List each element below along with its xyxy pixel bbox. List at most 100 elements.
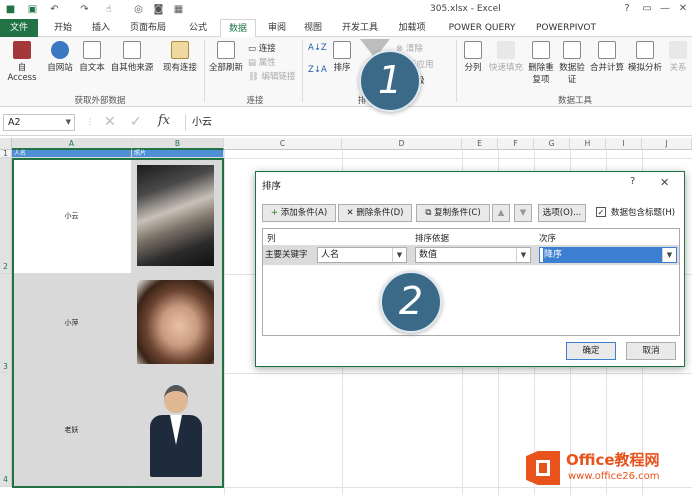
sort-button[interactable]: 排序 [328,41,356,73]
group-label-connections: 连接 [246,96,264,106]
from-access-button[interactable]: 自 Access [2,41,42,83]
header-checkbox[interactable]: ✓ [596,207,606,217]
add-icon: + [270,208,278,218]
column-header-j[interactable]: J [642,138,692,150]
tab-view[interactable]: 视图 [298,19,328,37]
row-header-2[interactable]: 2 [0,158,12,274]
redo-icon[interactable]: ↷ [78,3,91,16]
photo-cell[interactable] [132,274,224,373]
sort-on-heading: 排序依据 [415,234,450,244]
tab-power-query[interactable]: POWER QUERY [442,19,522,37]
options-button[interactable]: 选项(O)... [538,204,586,222]
what-if-analysis-button[interactable]: 模拟分析 [626,41,664,73]
delete-level-button[interactable]: ✕ 删除条件(D) [338,204,412,222]
edit-links-button[interactable]: ⛓ 编辑链接 [248,70,296,82]
tab-powerpivot[interactable]: POWERPIVOT [528,19,604,37]
undo-icon[interactable]: ↶ [48,3,61,16]
header-cell-photo[interactable]: 照片 [132,150,224,158]
delete-icon: ✕ [346,208,354,218]
tab-file[interactable]: 文件 [0,19,38,37]
consolidate-button[interactable]: 合并计算 [588,41,626,73]
photo-cell[interactable] [132,158,224,274]
relationships-button[interactable]: 关系 [666,41,690,73]
name-box[interactable]: A2 ▼ [3,114,75,131]
insert-function-icon[interactable]: fx [158,113,170,128]
ribbon-display-icon[interactable]: ▭ [640,2,654,16]
column-heading: 列 [267,234,276,244]
dialog-help-button[interactable]: ? [630,176,635,187]
sort-on-dropdown[interactable]: 数值 ▼ [415,247,531,263]
cancel-button[interactable]: 取消 [626,342,676,360]
tab-page-layout[interactable]: 页面布局 [124,19,172,37]
column-header-e[interactable]: E [462,138,498,150]
copy-level-button[interactable]: ⧉ 复制条件(C) [416,204,490,222]
validation-icon [563,41,581,59]
tab-insert[interactable]: 插入 [86,19,116,37]
camera-icon[interactable]: ◙ [152,3,165,16]
column-header-c[interactable]: C [224,138,342,150]
from-web-button[interactable]: 自网站 [44,41,76,73]
data-validation-button[interactable]: 数据验证 [556,41,588,85]
ribbon: 自 Access 自网站 自文本 自其他来源 现有连接 获取外部数据 全部刷新 … [0,37,692,107]
name-cell[interactable]: 小云 [12,158,132,274]
row-header-3[interactable]: 3 [0,274,12,373]
tab-addins[interactable]: 加载项 [392,19,432,37]
picture-icon[interactable]: ▦ [172,3,185,16]
from-other-sources-button[interactable]: 自其他来源 [108,41,156,73]
photo-cell[interactable] [132,373,224,487]
order-dropdown[interactable]: 降序 ▼ [539,247,677,263]
name-cell[interactable]: 小萍 [12,274,132,373]
sort-z-a-button[interactable]: Z↓A [308,65,327,75]
tab-data[interactable]: 数据 [220,19,256,38]
text-to-columns-button[interactable]: 分列 [460,41,486,73]
flash-fill-button[interactable]: 快速填充 [488,41,524,73]
portrait-photo [137,280,214,364]
sort-level-row[interactable]: 主要关键字 人名 ▼ 数值 ▼ 降序 ▼ [263,245,679,265]
header-checkbox-label: 数据包含标题(H) [611,208,676,218]
row-header-4[interactable]: 4 [0,373,12,487]
other-sources-icon [123,41,141,59]
confirm-entry-icon[interactable]: ✓ [130,114,142,130]
column-header-b[interactable]: B [132,138,224,150]
tab-formulas[interactable]: 公式 [180,19,216,37]
row-header-1[interactable]: 1 [0,150,12,158]
minimize-button[interactable]: — [658,2,672,16]
tab-review[interactable]: 审阅 [262,19,292,37]
header-cell-name[interactable]: 人名 [12,150,132,158]
column-header-g[interactable]: G [534,138,570,150]
tab-developer[interactable]: 开发工具 [336,19,384,37]
grid-line [224,150,225,495]
watermark-url: www.office26.com [568,471,660,482]
tab-home[interactable]: 开始 [48,19,78,37]
cancel-entry-icon[interactable]: ✕ [104,114,116,130]
ok-button[interactable]: 确定 [566,342,616,360]
existing-connections-button[interactable]: 现有连接 [160,41,200,73]
sort-a-z-button[interactable]: A↓Z [308,43,327,53]
ribbon-divider [302,40,303,102]
column-header-f[interactable]: F [498,138,534,150]
record-icon[interactable]: ◎ [132,3,145,16]
close-button[interactable]: ✕ [676,2,690,16]
remove-duplicates-button[interactable]: 删除重复项 [526,41,556,85]
column-header-h[interactable]: H [570,138,606,150]
move-down-button[interactable]: ▼ [514,204,532,222]
refresh-all-button[interactable]: 全部刷新 [206,41,246,73]
name-cell[interactable]: 老妖 [12,373,132,487]
column-header-a[interactable]: A [12,138,132,150]
column-dropdown[interactable]: 人名 ▼ [317,247,407,263]
save-icon[interactable]: ▣ [26,3,39,16]
properties-button[interactable]: ▤ 属性 [248,56,276,68]
column-header-i[interactable]: I [606,138,642,150]
touch-mode-icon[interactable]: ☝ [102,3,115,16]
formula-input[interactable]: 小云 [185,114,690,131]
from-text-button[interactable]: 自文本 [76,41,108,73]
name-box-dropdown-icon[interactable]: ▼ [66,115,71,130]
dialog-close-button[interactable]: ✕ [660,176,669,189]
move-up-button[interactable]: ▲ [492,204,510,222]
consolidate-icon [598,41,616,59]
window-title: 305.xlsx - Excel [430,4,501,14]
help-button[interactable]: ? [620,2,634,16]
add-level-button[interactable]: + 添加条件(A) [262,204,336,222]
column-header-d[interactable]: D [342,138,462,150]
connections-button[interactable]: ▭ 连接 [248,42,276,54]
